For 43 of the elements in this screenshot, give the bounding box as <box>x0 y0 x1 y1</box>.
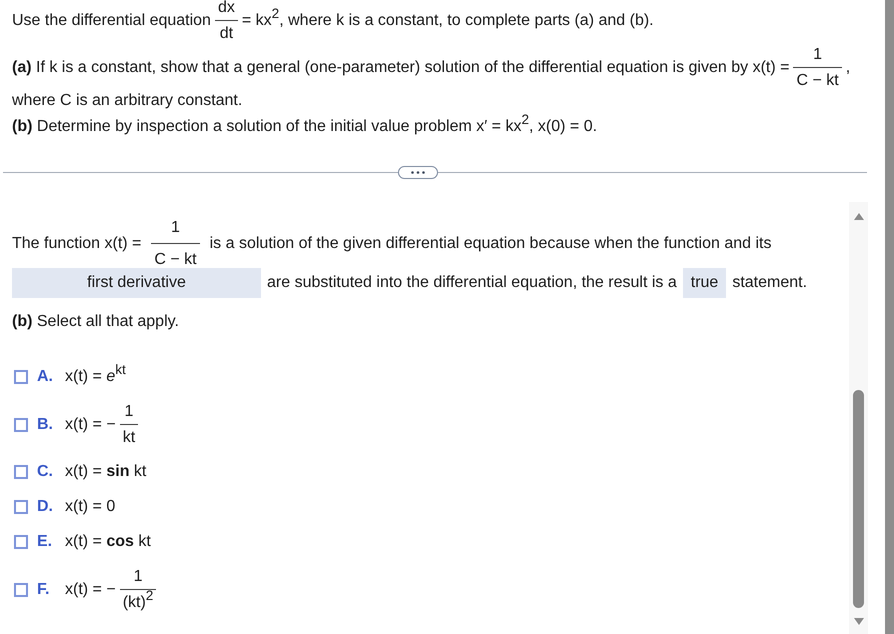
up-arrow-icon[interactable] <box>854 213 864 220</box>
option-formula: x(t) = cos kt <box>65 533 151 551</box>
fraction-numerator: 1 <box>120 403 138 425</box>
answer-field[interactable]: true <box>682 268 726 298</box>
down-arrow-icon[interactable] <box>854 618 864 625</box>
checkbox[interactable] <box>14 370 28 384</box>
prompt-text: (b) Select all that apply. <box>12 313 179 331</box>
option-letter: B. <box>37 416 54 434</box>
option-letter: D. <box>37 498 54 516</box>
checkbox[interactable] <box>14 582 28 596</box>
checkbox[interactable] <box>14 500 28 514</box>
option-formula: x(t) = − <box>65 580 116 598</box>
fraction-denominator: C − kt <box>795 71 840 89</box>
answer-text: are substituted into the differential equation, the result is a <box>267 274 677 292</box>
option-formula: x(t) = 0 <box>65 498 116 516</box>
option-letter: F. <box>37 580 50 598</box>
question-text: Use the differential equation <box>12 12 211 30</box>
fraction-denominator: (kt)$^{2}$ <box>122 590 154 611</box>
answer-text: The function x(t) = <box>12 234 142 252</box>
question-text: where C is an arbitrary constant. <box>12 92 242 110</box>
question-text: , <box>846 58 850 76</box>
fraction-denominator: dt <box>218 24 234 42</box>
option-formula: x(t) = sin kt <box>65 463 146 481</box>
fraction-numerator: 1 <box>120 568 156 590</box>
option-formula: x(t) = − <box>65 416 116 434</box>
checkbox[interactable] <box>14 418 28 432</box>
answer-field[interactable]: first derivative <box>12 268 261 298</box>
answer-text: statement. <box>732 274 808 292</box>
option-letter: E. <box>37 533 54 551</box>
fraction-numerator: 1 <box>793 46 842 68</box>
scrollbar-thumb[interactable] <box>853 390 864 608</box>
fraction-numerator: dx <box>214 0 238 21</box>
checkbox[interactable] <box>14 465 28 479</box>
option-letter: A. <box>37 368 54 386</box>
option-letter: C. <box>37 463 54 481</box>
fraction-denominator: kt <box>122 428 136 446</box>
expand-button[interactable] <box>398 166 438 179</box>
answer-text: is a solution of the given differential equation because when the function and its <box>210 234 772 252</box>
checkbox[interactable] <box>14 535 28 549</box>
fraction-denominator: C − kt <box>153 250 198 268</box>
fraction-numerator: 1 <box>151 219 200 244</box>
ellipsis-icon <box>411 171 425 174</box>
question-text: (a) If k is a constant, show that a general (one-parameter) solution of the differential equation is given by x(t) = <box>12 58 790 76</box>
